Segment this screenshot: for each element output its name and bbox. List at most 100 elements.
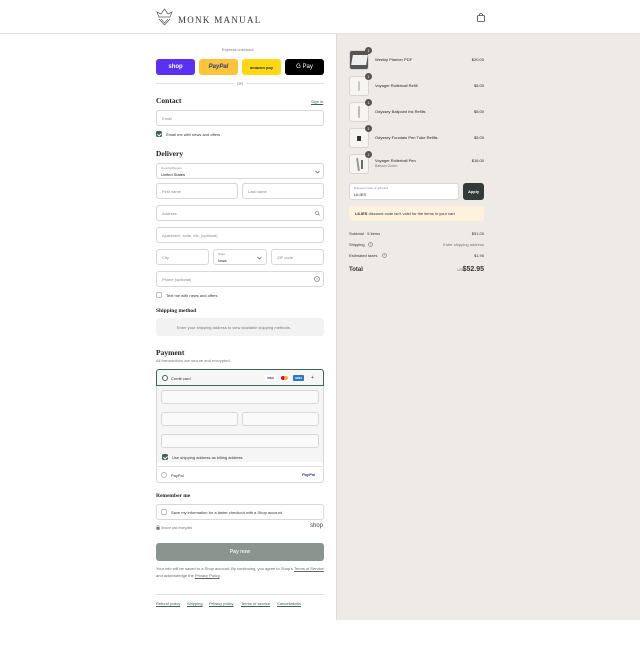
paypal-logo: PayPal (302, 472, 316, 477)
google-pay-button[interactable]: G Pay (285, 59, 324, 75)
amex-icon: AMEX (293, 375, 304, 381)
save-info-label: Save my information for a faster checkou… (171, 510, 282, 515)
or-divider-right (246, 83, 324, 84)
discount-code-field[interactable]: Discount code or gift card LILIES (349, 183, 459, 200)
taxes-value: $1.95 (473, 253, 484, 258)
apartment-placeholder: Apartment, suite, etc. (optional) (162, 233, 218, 238)
sign-in-link[interactable]: Sign in (311, 99, 323, 104)
discount-error-code: LILIES (355, 211, 368, 216)
pay-now-label: Pay now (229, 549, 251, 555)
phone-field[interactable]: Phone (optional) ? (156, 271, 324, 287)
shipping-link[interactable]: Shipping (187, 601, 203, 606)
paypal-option-label: PayPal (171, 473, 184, 478)
total-value: $52.95 (462, 266, 484, 273)
paypal-button[interactable]: PayPal (199, 59, 238, 75)
paypal-radio[interactable] (161, 472, 167, 478)
item-quantity-badge: 1 (365, 125, 372, 132)
contact-heading: Contact (156, 96, 182, 105)
item-quantity-badge: 1 (365, 47, 372, 54)
privacy-policy-footer-link[interactable]: Privacy policy (209, 601, 233, 606)
city-field[interactable]: City (156, 249, 209, 265)
subtotal-label: Subtotal · 5 items (349, 231, 381, 236)
cancellations-link[interactable]: Cancellations (277, 601, 301, 606)
country-caption: Country/Region (161, 166, 182, 170)
state-caption: State (218, 252, 226, 256)
credit-card-option[interactable]: Credit card VISA AMEX + (156, 369, 324, 386)
brand-name[interactable]: MONK MANUAL (178, 15, 262, 25)
card-name-field[interactable] (161, 434, 319, 448)
card-number-field[interactable] (161, 390, 319, 404)
help-icon[interactable]: ? (382, 253, 387, 258)
item-name: Voyager Rollerball Refill (375, 83, 418, 88)
shipping-method-placeholder: Enter your shipping address to view avai… (177, 325, 291, 330)
discount-value: LILIES (354, 192, 367, 197)
country-select[interactable]: Country/Region United States (156, 163, 324, 179)
more-cards-icon: + (311, 375, 314, 381)
paypal-label: PayPal (208, 64, 229, 70)
email-field[interactable]: Email (156, 110, 324, 126)
save-info-checkbox[interactable] (161, 509, 167, 515)
address-placeholder: Address (162, 211, 177, 216)
billing-same-label: Use shipping address as billing address (172, 455, 243, 460)
privacy-policy-link[interactable]: Privacy Policy (195, 573, 220, 578)
card-cvv-field[interactable] (242, 412, 319, 426)
shop-pay-button[interactable]: shop (156, 59, 195, 75)
google-pay-label: G Pay (296, 64, 313, 70)
site-header: MONK MANUAL (0, 0, 640, 34)
monk-manual-logo-icon[interactable] (156, 8, 173, 26)
shipping-method-heading: Shipping method (156, 308, 197, 314)
search-icon (315, 211, 320, 216)
item-name: Odyssey Ballpoint Ink Refills (375, 109, 426, 114)
legal-text-b: and acknowledge the (156, 572, 194, 578)
item-price: $5.00 (473, 109, 484, 114)
discount-error-text: LILIES discount code isn't valid for the… (355, 211, 455, 216)
express-checkout-title: Express checkout (222, 47, 254, 52)
shipping-value: Enter shipping address (443, 242, 484, 247)
terms-of-service-footer-link[interactable]: Terms of service (241, 601, 270, 606)
or-divider-left (156, 83, 234, 84)
shopping-bag-icon[interactable] (477, 13, 485, 22)
terms-of-service-link[interactable]: Terms of Service (294, 566, 324, 571)
amazon-pay-button[interactable]: amazon pay (242, 59, 281, 75)
apartment-field[interactable]: Apartment, suite, etc. (optional) (156, 227, 324, 243)
zip-field[interactable]: ZIP code (271, 249, 324, 265)
visa-icon: VISA (265, 375, 276, 381)
item-name: Voyager Rollerball Pen (375, 158, 416, 163)
pay-now-button[interactable]: Pay now (156, 543, 324, 561)
shop-pay-label: shop (168, 64, 183, 70)
credit-card-radio[interactable] (162, 375, 168, 381)
last-name-placeholder: Last name (248, 189, 267, 194)
legal-text-end: . (219, 572, 221, 578)
last-name-field[interactable]: Last name (242, 183, 324, 199)
email-news-checkbox[interactable] (156, 131, 162, 137)
help-icon[interactable]: ? (368, 242, 373, 247)
apply-label: Apply (467, 189, 480, 194)
credit-card-label: Credit card (171, 376, 191, 381)
refund-policy-link[interactable]: Refund policy (156, 601, 180, 606)
country-value: United States (161, 172, 186, 177)
save-info-option[interactable]: Save my information for a faster checkou… (156, 504, 324, 520)
first-name-field[interactable]: First name (156, 183, 238, 199)
legal-text-a: Your info will be saved to a Shop accoun… (156, 566, 293, 571)
email-news-label: Email me with news and offers (166, 132, 221, 137)
text-news-label: Text me with news and offers (166, 293, 218, 298)
chevron-down-icon (315, 170, 320, 174)
item-quantity-badge: 1 (365, 73, 372, 80)
phone-placeholder: Phone (optional) (162, 277, 192, 282)
state-select[interactable]: State Iowa (213, 249, 267, 265)
item-quantity-badge: 1 (365, 151, 372, 158)
card-expiry-field[interactable] (161, 412, 238, 426)
text-news-checkbox[interactable] (156, 292, 162, 298)
help-icon[interactable]: ? (314, 276, 320, 282)
city-placeholder: City (162, 255, 169, 260)
billing-same-checkbox[interactable] (162, 454, 168, 460)
address-field[interactable]: Address (156, 205, 324, 221)
subtotal-value: $51.00 (471, 231, 484, 236)
chevron-down-icon (257, 256, 262, 260)
paypal-option[interactable]: PayPal PayPal (156, 466, 324, 483)
zip-placeholder: ZIP code (277, 255, 293, 260)
payment-subtitle: All transactions are secure and encrypte… (156, 358, 231, 363)
apply-button[interactable]: Apply (463, 183, 484, 200)
credit-card-form: Use shipping address as billing address (156, 386, 324, 462)
delivery-heading: Delivery (156, 149, 184, 158)
